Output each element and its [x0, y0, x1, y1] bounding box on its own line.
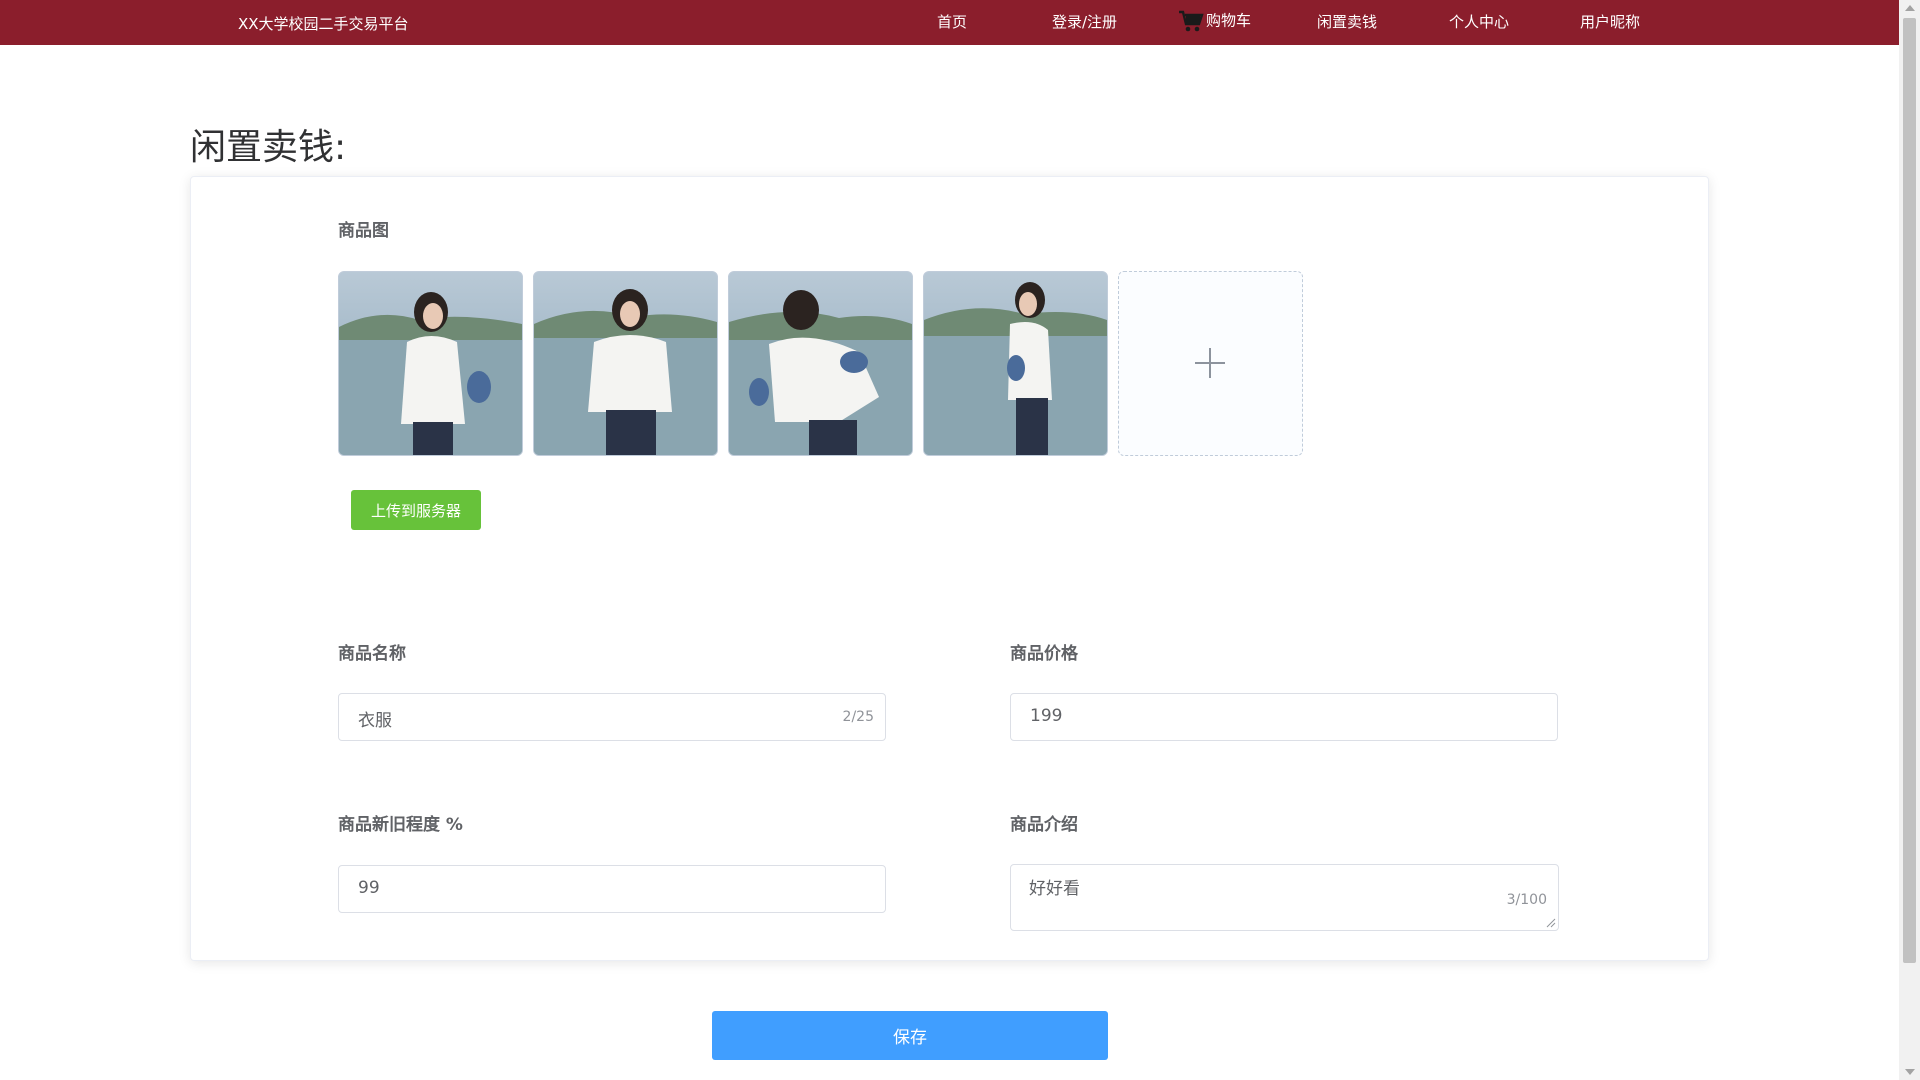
- condition-input[interactable]: 99: [338, 865, 886, 913]
- name-char-counter: 2/25: [842, 709, 874, 725]
- nav-home[interactable]: 首页: [937, 11, 967, 32]
- nav-profile[interactable]: 个人中心: [1449, 11, 1509, 32]
- site-brand[interactable]: XX大学校园二手交易平台: [238, 13, 409, 34]
- top-navbar: XX大学校园二手交易平台 首页 登录/注册 购物车 闲置卖钱 个人中心 用户昵称: [0, 0, 1899, 45]
- name-input-value: 衣服: [358, 711, 392, 731]
- cart-icon: [1179, 10, 1204, 32]
- product-image-1[interactable]: [338, 271, 523, 456]
- name-input[interactable]: 衣服 2/25: [338, 693, 886, 741]
- scroll-thumb[interactable]: [1903, 18, 1916, 963]
- nav-sell[interactable]: 闲置卖钱: [1317, 11, 1377, 32]
- name-label: 商品名称: [338, 644, 406, 664]
- condition-label: 商品新旧程度 %: [338, 815, 463, 835]
- add-image-tile[interactable]: [1118, 271, 1303, 456]
- price-label: 商品价格: [1010, 644, 1078, 664]
- nav-cart[interactable]: 购物车: [1178, 9, 1251, 33]
- price-input-value: 199: [1030, 706, 1063, 726]
- upload-to-server-button[interactable]: 上传到服务器: [351, 490, 481, 530]
- description-textarea-value: 好好看: [1029, 879, 1080, 899]
- save-button[interactable]: 保存: [712, 1011, 1108, 1060]
- scroll-up-icon[interactable]: [1905, 5, 1915, 11]
- description-char-counter: 3/100: [1506, 892, 1547, 908]
- nav-login-register[interactable]: 登录/注册: [1052, 11, 1117, 32]
- condition-input-value: 99: [358, 878, 380, 898]
- plus-icon: [1195, 348, 1225, 378]
- description-label: 商品介绍: [1010, 815, 1078, 835]
- price-input[interactable]: 199: [1010, 693, 1558, 741]
- nav-cart-label: 购物车: [1206, 11, 1252, 30]
- product-image-3[interactable]: [728, 271, 913, 456]
- page-title: 闲置卖钱:: [190, 127, 347, 168]
- product-image-2[interactable]: [533, 271, 718, 456]
- scroll-down-icon[interactable]: [1905, 1069, 1915, 1075]
- resize-handle-icon[interactable]: [1546, 918, 1556, 928]
- nav-username[interactable]: 用户昵称: [1580, 11, 1640, 32]
- images-label: 商品图: [338, 221, 389, 241]
- page-scrollbar[interactable]: [1899, 0, 1920, 1080]
- product-image-4[interactable]: [923, 271, 1108, 456]
- description-textarea[interactable]: 好好看 3/100: [1010, 864, 1559, 931]
